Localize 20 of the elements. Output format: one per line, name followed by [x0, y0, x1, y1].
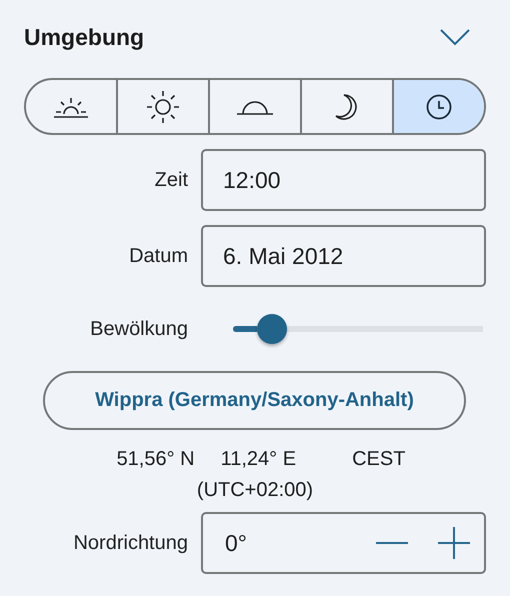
timezone-text: CEST	[352, 448, 406, 471]
time-label: Zeit	[154, 168, 188, 192]
time-field[interactable]: 12:00	[201, 149, 486, 211]
location-button[interactable]: Wippra (Germany/Saxony-Anhalt)	[43, 371, 466, 430]
sun-icon	[146, 90, 180, 124]
chevron-icon[interactable]	[440, 28, 470, 46]
utc-offset-text: (UTC+02:00)	[196, 479, 314, 501]
north-label: Nordrichtung	[72, 532, 188, 554]
plus-icon[interactable]	[438, 527, 470, 559]
longitude-text: 11,24° E	[220, 448, 296, 471]
time-mode-button[interactable]	[392, 80, 484, 133]
north-direction-field[interactable]: 0°	[201, 512, 486, 574]
date-label: Datum	[128, 244, 188, 268]
slider-thumb[interactable]	[257, 314, 288, 344]
minus-icon[interactable]	[376, 541, 408, 545]
section-title: Umgebung	[24, 24, 144, 50]
date-field[interactable]: 6. Mai 2012	[201, 225, 486, 287]
clock-icon	[426, 94, 452, 120]
latitude-text: 51,56° N	[116, 448, 195, 471]
cloudiness-label: Bewölkung	[89, 318, 188, 340]
